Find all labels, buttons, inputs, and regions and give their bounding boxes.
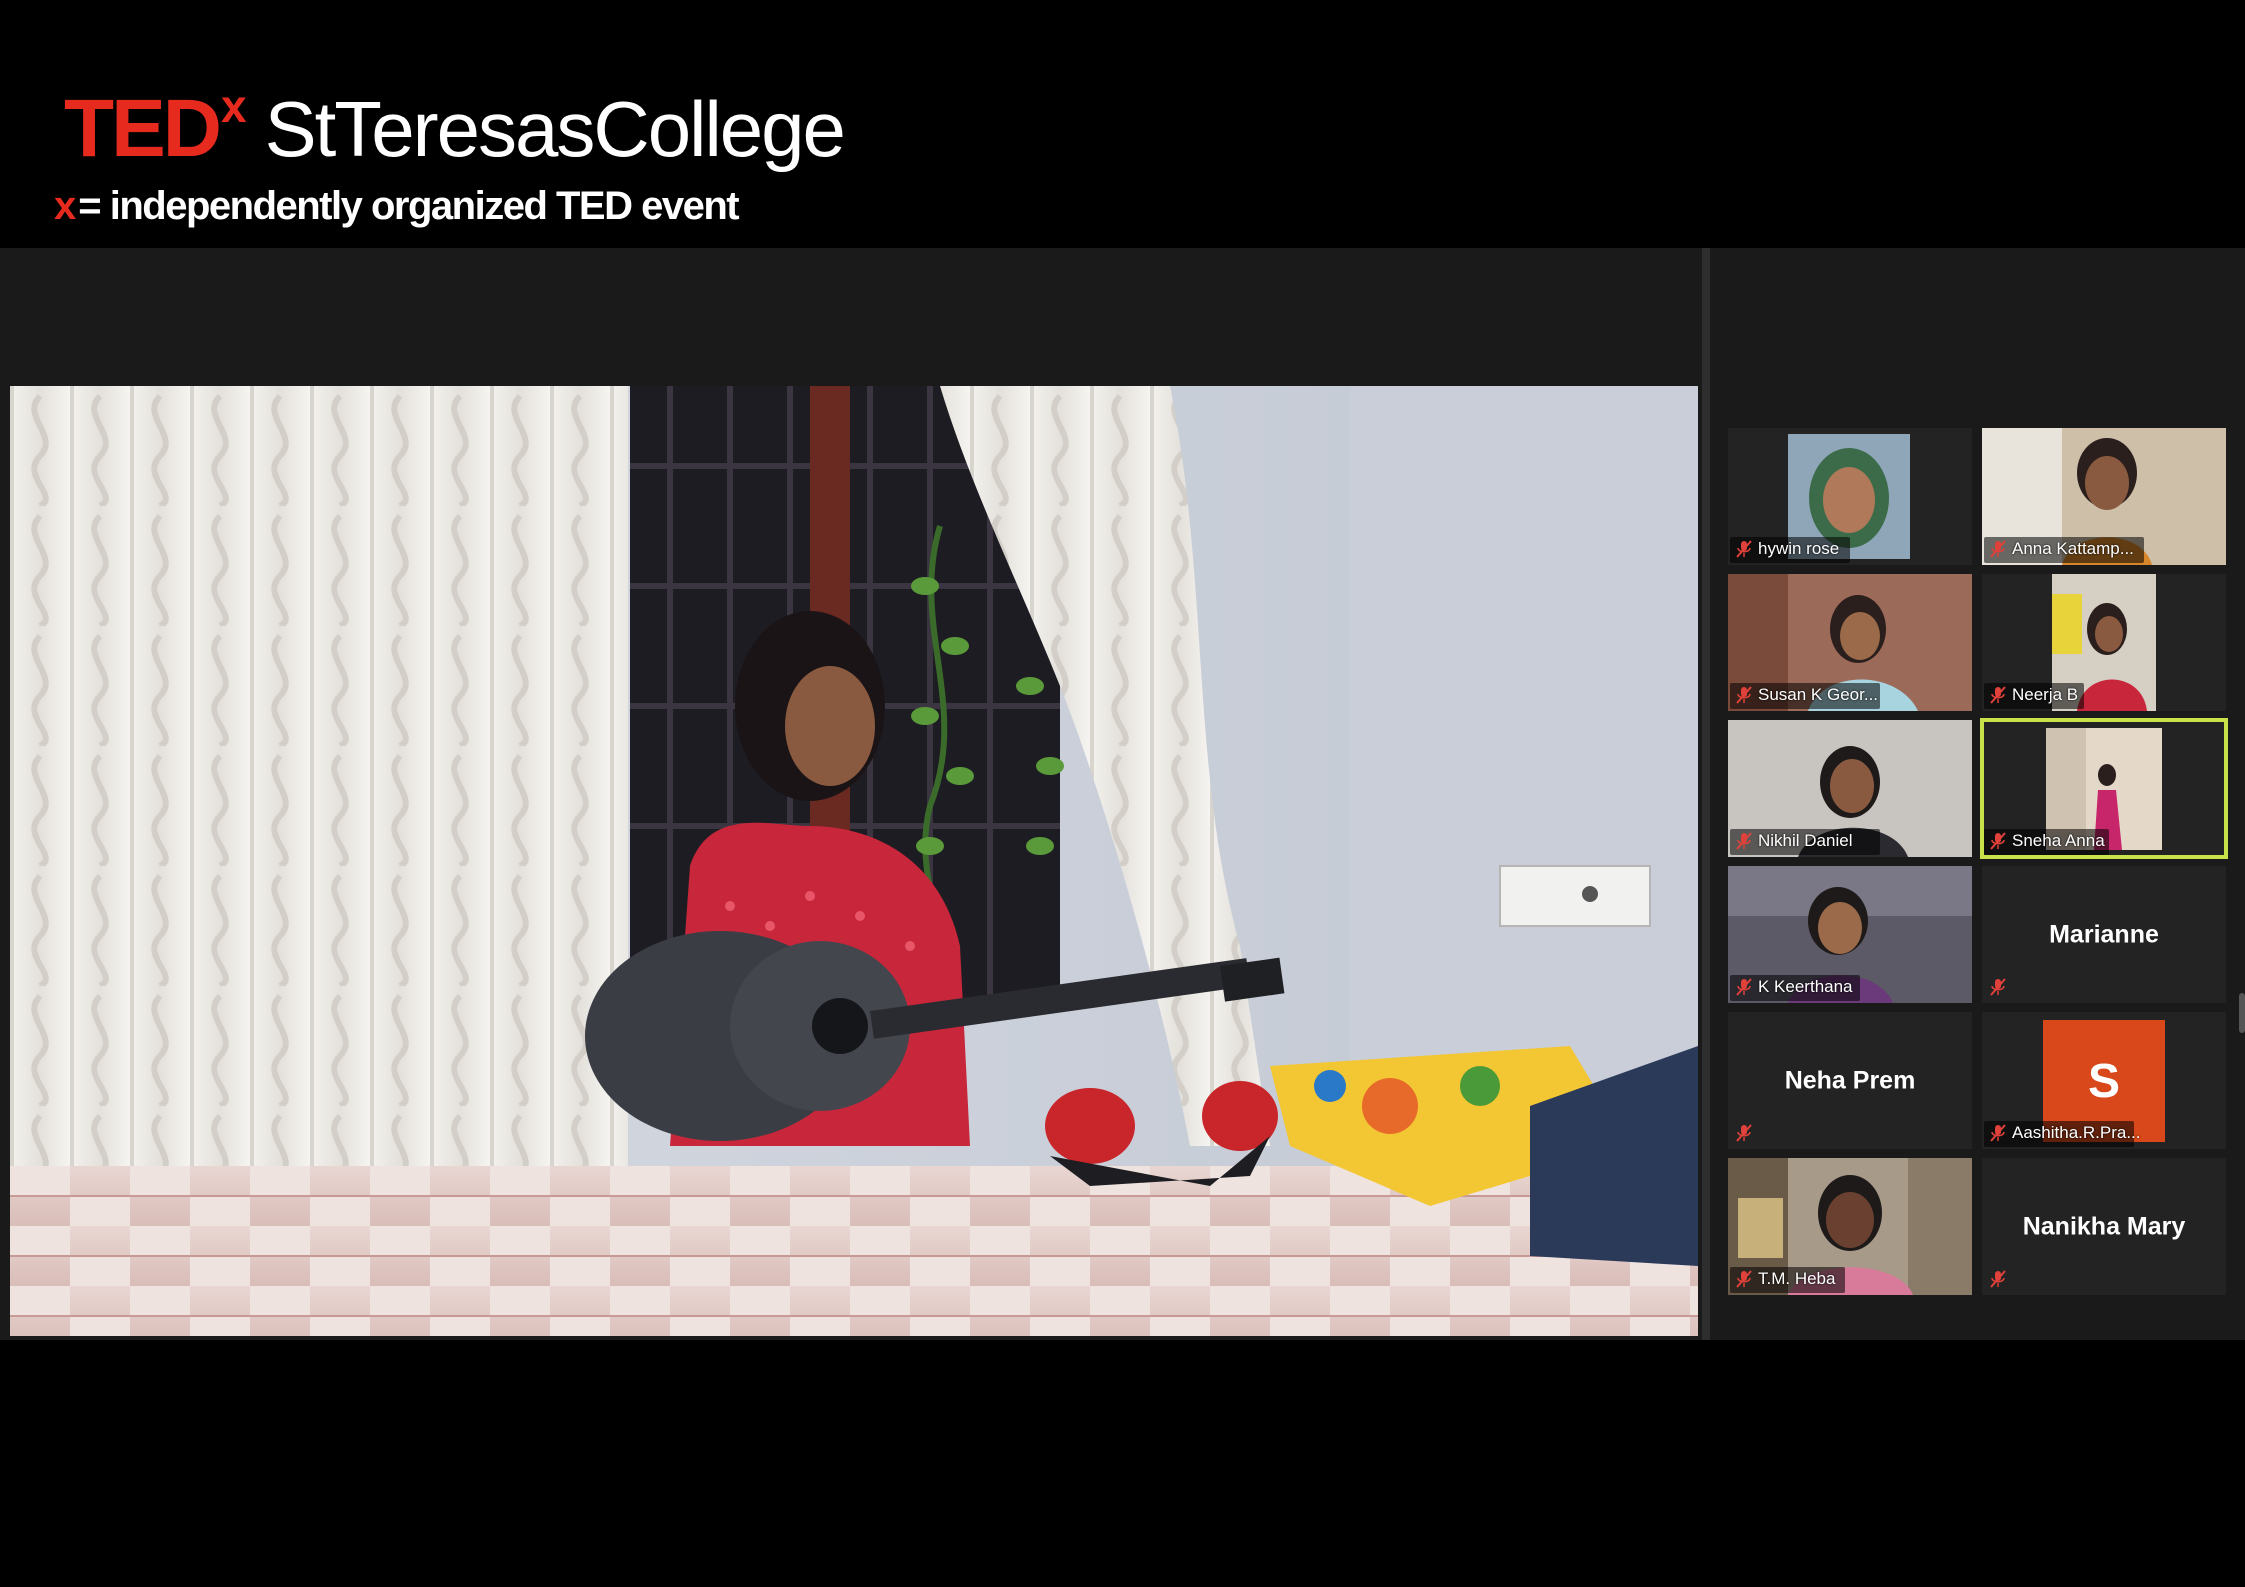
mic-muted-icon — [1990, 832, 2006, 850]
participant-name: Nikhil Daniel — [1758, 831, 1853, 850]
event-name: StTeresasCollege — [264, 85, 846, 173]
tagline-x: x — [54, 184, 77, 228]
ted-logo-text: TED — [64, 83, 222, 174]
tedx-branding: TED x StTeresasCollege x = independently… — [54, 80, 846, 229]
participant-tile[interactable]: Neha Prem — [1728, 1012, 1972, 1149]
mic-muted-icon — [1990, 978, 2006, 996]
participant-tile[interactable]: S Aashitha.R.Pra... — [1982, 1012, 2226, 1149]
mic-muted-icon — [1990, 1270, 2006, 1288]
brand-tagline-row: x = independently organized TED event — [54, 184, 844, 229]
speaker-video[interactable] — [10, 386, 1698, 1336]
panel-divider[interactable] — [1702, 248, 1710, 1340]
participant-name-center: Neha Prem — [1784, 1066, 1916, 1094]
video-call-window: hywin rose Anna Kattamp... Susan K Geor.… — [0, 248, 2245, 1340]
bottom-letterbox — [0, 1340, 2245, 1587]
participant-tile-active-speaker[interactable]: Sneha Anna — [1980, 718, 2228, 859]
participant-gallery: hywin rose Anna Kattamp... Susan K Geor.… — [1710, 248, 2245, 1340]
mic-muted-icon — [1736, 540, 1752, 558]
speaker-video-scene — [10, 386, 1698, 1336]
participant-tile[interactable]: Nikhil Daniel — [1728, 720, 1972, 857]
mic-muted-icon — [1990, 686, 2006, 704]
participant-name: Anna Kattamp... — [2012, 539, 2134, 558]
tagline-text: = independently organized TED event — [78, 184, 739, 228]
mic-muted-icon — [1736, 686, 1752, 704]
participant-tile[interactable]: Anna Kattamp... — [1982, 428, 2226, 565]
mic-muted-icon — [1736, 832, 1752, 850]
participant-name: hywin rose — [1758, 539, 1840, 558]
participant-tile[interactable]: Nanikha Mary — [1982, 1158, 2226, 1295]
participant-tile[interactable]: hywin rose — [1728, 428, 1972, 565]
mic-muted-icon — [1736, 1124, 1752, 1142]
participant-name-center: Nanikha Mary — [2022, 1212, 2186, 1240]
participant-tile[interactable]: K Keerthana — [1728, 866, 1972, 1003]
mic-muted-icon — [1736, 978, 1752, 996]
brand-title-row: TED x StTeresasCollege — [64, 80, 846, 178]
mic-muted-icon — [1990, 1124, 2006, 1142]
participant-tile[interactable]: T.M. Heba — [1728, 1158, 1972, 1295]
participant-tile[interactable]: Marianne — [1982, 866, 2226, 1003]
participant-name: Aashitha.R.Pra... — [2012, 1123, 2141, 1142]
main-stage — [0, 248, 1700, 1340]
gallery-scrollbar[interactable] — [2239, 993, 2245, 1033]
participant-name: Neerja B — [2012, 685, 2079, 704]
participant-name: Susan K Geor... — [1758, 685, 1879, 704]
participant-name: T.M. Heba — [1758, 1269, 1836, 1288]
screenshot-page: TED x StTeresasCollege x = independently… — [0, 0, 2245, 1587]
participant-tile[interactable]: Susan K Geor... — [1728, 574, 1972, 711]
mic-muted-icon — [1736, 1270, 1752, 1288]
participant-name: Sneha Anna — [2012, 831, 2105, 850]
participant-name-center: Marianne — [2049, 920, 2159, 948]
participant-tile[interactable]: Neerja B — [1982, 574, 2226, 711]
participant-name: K Keerthana — [1758, 977, 1853, 996]
ted-logo-x: x — [221, 80, 247, 132]
mic-muted-icon — [1990, 540, 2006, 558]
